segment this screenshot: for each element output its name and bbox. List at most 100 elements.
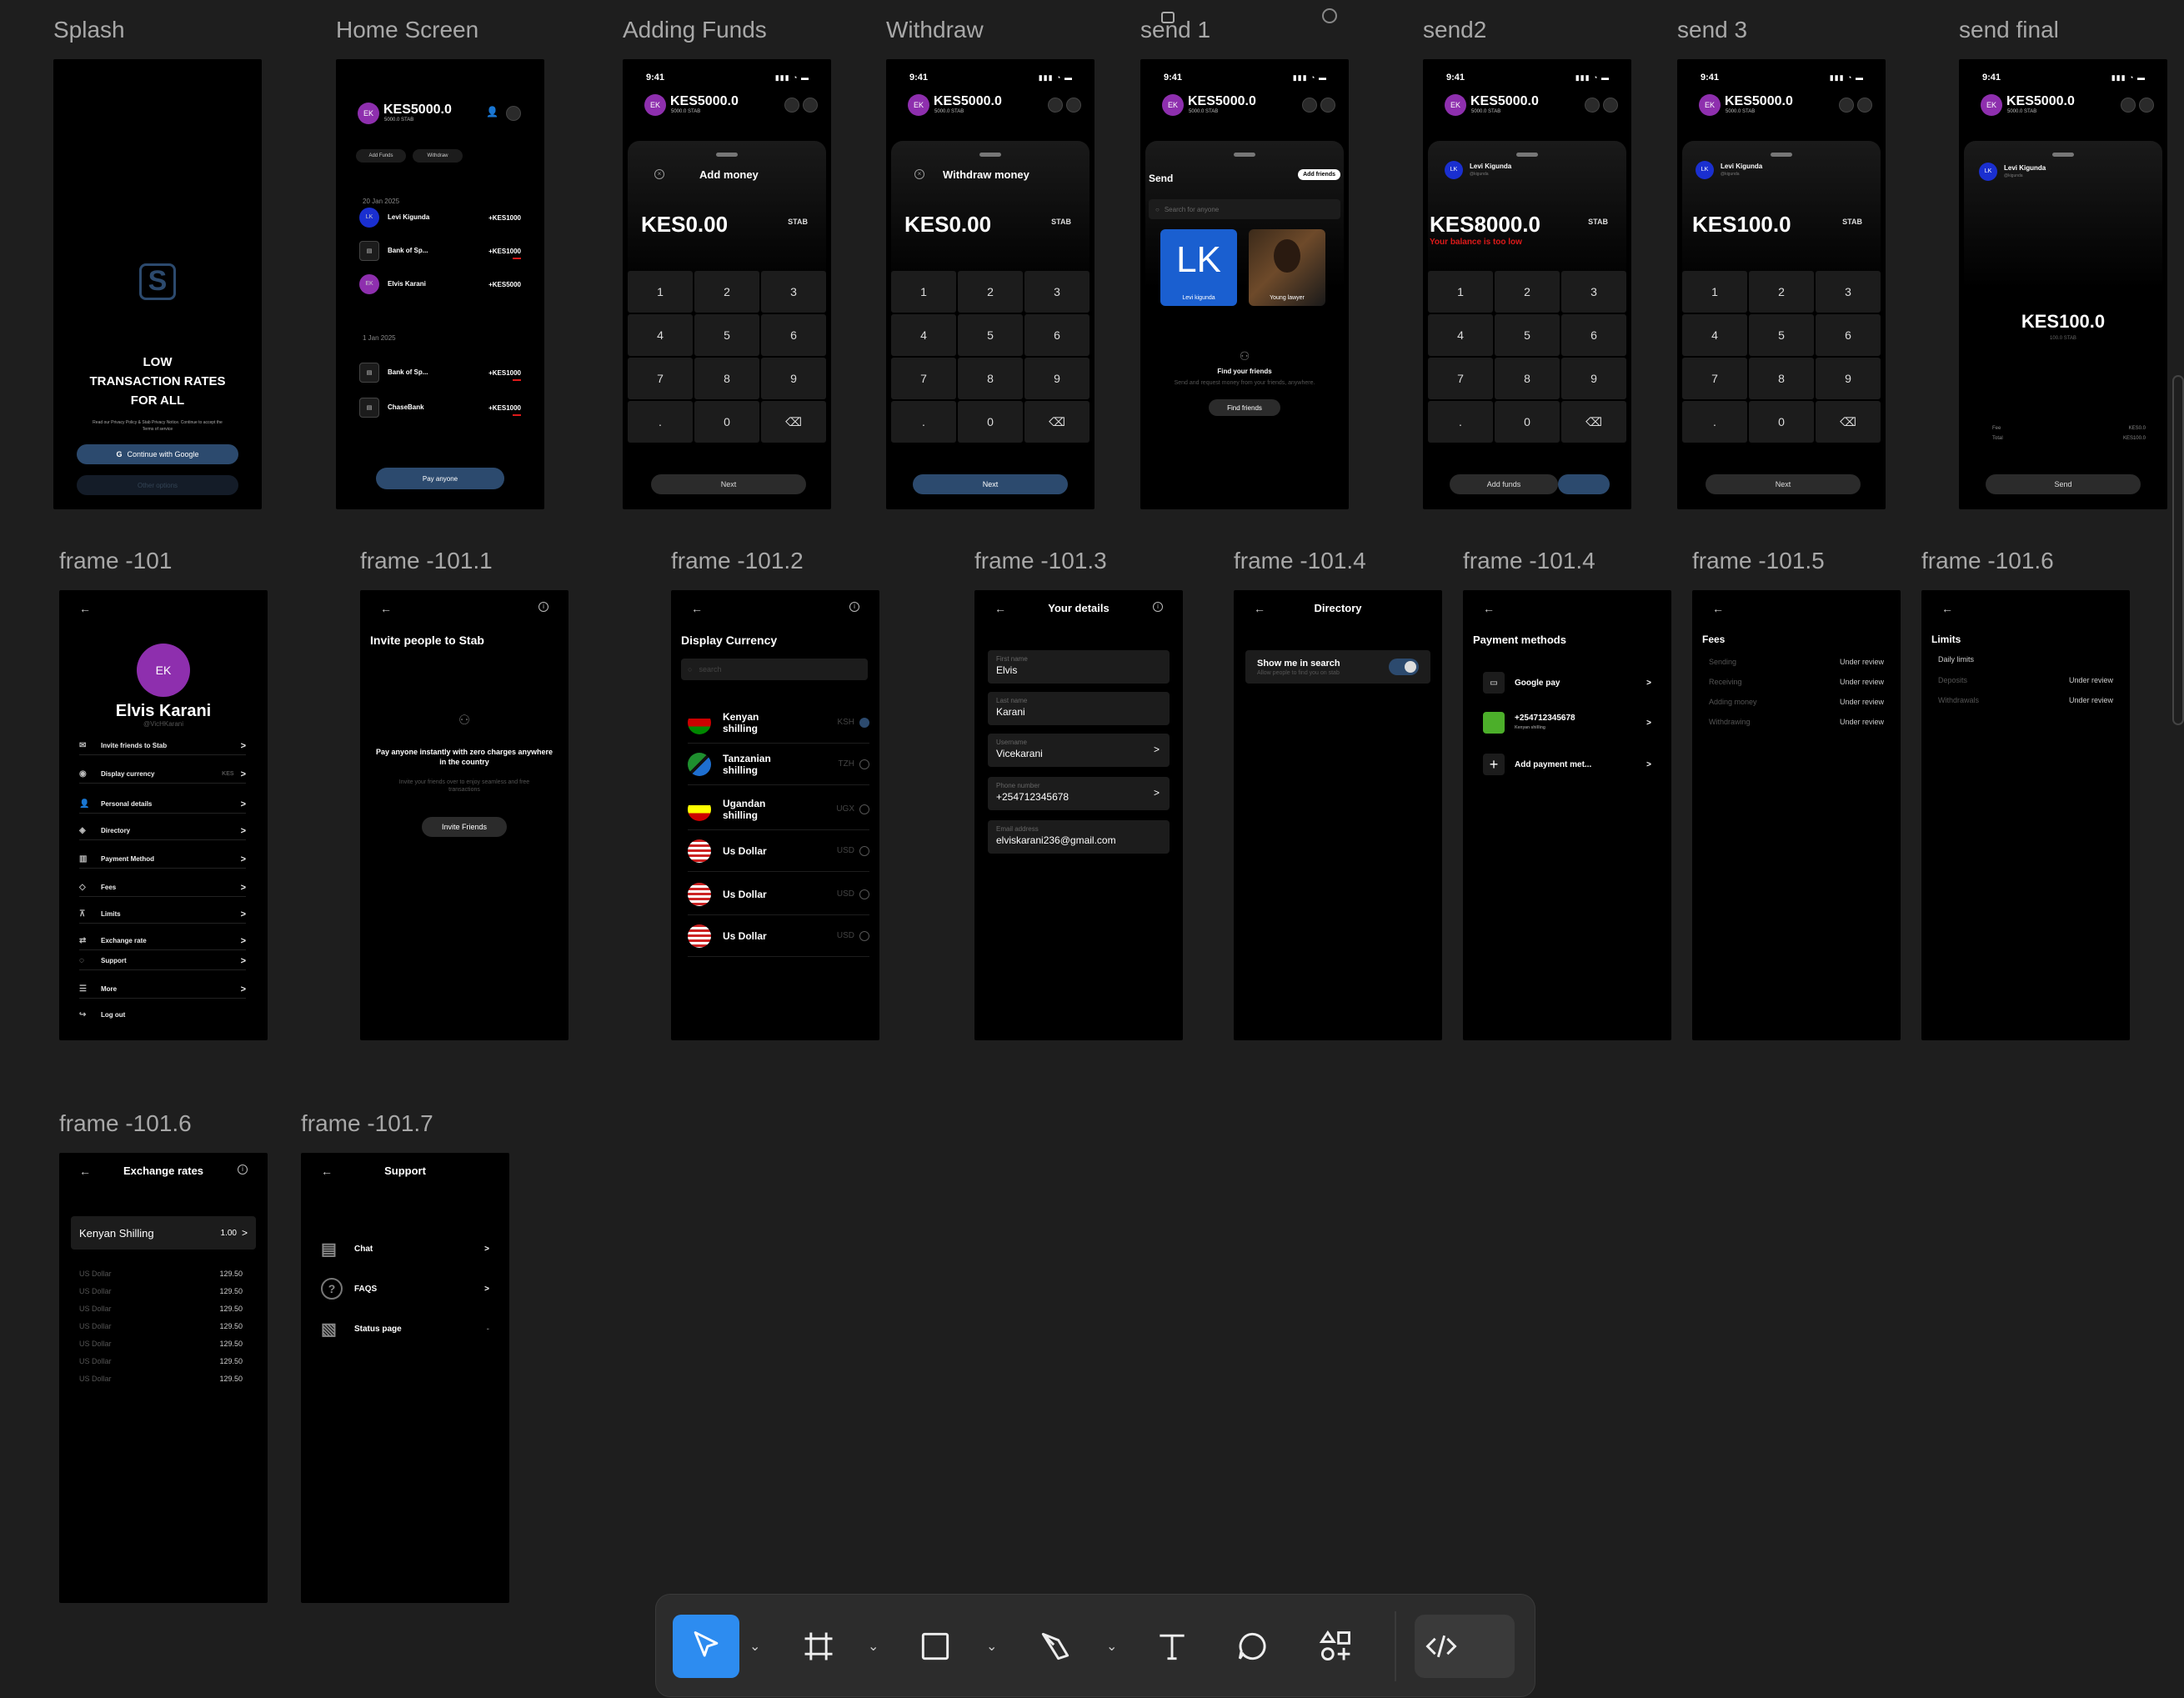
add-funds-button[interactable]: Add funds [1450, 474, 1558, 494]
find-friends-button[interactable]: Find friends [1209, 399, 1280, 416]
currency-option[interactable]: Us Dollar USD [688, 874, 869, 915]
chevron-down-icon[interactable]: ⌄ [749, 1638, 760, 1655]
profile-menu-item[interactable]: ◇ Fees > [79, 879, 246, 897]
search-icon[interactable] [1320, 98, 1335, 113]
profile-icon[interactable] [2121, 98, 2136, 113]
frame-title-splash[interactable]: Splash [53, 17, 125, 43]
search-icon[interactable] [803, 98, 818, 113]
keypad-key[interactable]: 7 [1428, 358, 1493, 399]
profile-menu-item[interactable]: ◉ Display currency KES > [79, 765, 246, 784]
keypad-key[interactable]: 9 [1024, 358, 1089, 399]
keypad-key[interactable]: . [891, 401, 956, 443]
keypad-key[interactable]: 6 [1024, 314, 1089, 356]
support-row-status[interactable]: ▧ Status page - [321, 1316, 489, 1341]
frame-title-101-1[interactable]: frame -101.1 [360, 548, 493, 574]
info-icon[interactable]: i [538, 602, 549, 612]
keypad-key[interactable]: 2 [1495, 271, 1560, 313]
profile-icon[interactable]: 👤 [486, 106, 501, 121]
profile-icon[interactable] [1302, 98, 1317, 113]
profile-menu-item[interactable]: ⇄ Exchange rate > [79, 932, 246, 950]
info-icon[interactable]: i [1153, 602, 1163, 612]
chevron-down-icon[interactable]: ⌄ [1106, 1638, 1117, 1655]
frame-title-101[interactable]: frame -101 [59, 548, 172, 574]
transaction-row[interactable]: ▤ Bank of Sp... +KES1000 [359, 363, 521, 384]
transaction-row[interactable]: EK Elvis Karani +KES5000 [359, 274, 521, 296]
keypad-key[interactable]: 0 [1749, 401, 1814, 443]
search-icon[interactable] [1857, 98, 1872, 113]
keypad-key[interactable]: 4 [891, 314, 956, 356]
currency-option[interactable]: Kenyan shilling KSH [688, 702, 869, 744]
back-arrow-icon[interactable]: ← [1712, 602, 1724, 615]
search-field[interactable]: ○ Search for anyone [1149, 199, 1340, 219]
payment-row-google[interactable]: ▭ Google pay > [1483, 670, 1651, 695]
frame-title-send3[interactable]: send 3 [1677, 17, 1747, 43]
radio-button[interactable] [859, 845, 869, 856]
keypad-key[interactable]: 1 [891, 271, 956, 313]
transaction-row[interactable]: LK Levi Kigunda +KES1000 [359, 208, 521, 229]
avatar[interactable]: EK [908, 94, 929, 116]
avatar[interactable]: EK [1445, 94, 1466, 116]
frame-title-withdraw[interactable]: Withdraw [886, 17, 984, 43]
continue-button[interactable] [1558, 474, 1610, 494]
radio-button[interactable] [859, 717, 869, 728]
back-arrow-icon[interactable]: ← [380, 602, 392, 615]
shape-tool-button[interactable] [906, 1615, 964, 1678]
frame-title-send2[interactable]: send2 [1423, 17, 1486, 43]
search-icon[interactable] [1066, 98, 1081, 113]
frame-title-101-4b[interactable]: frame -101.4 [1463, 548, 1595, 574]
keypad-key[interactable]: 1 [1682, 271, 1747, 313]
radio-button[interactable] [859, 759, 869, 769]
pay-anyone-button[interactable]: Pay anyone [376, 468, 504, 489]
avatar[interactable]: EK [1981, 94, 2002, 116]
keypad-key[interactable]: 5 [1495, 314, 1560, 356]
comment-tool-button[interactable] [1223, 1615, 1281, 1678]
move-tool-button[interactable] [673, 1615, 739, 1678]
search-icon[interactable] [506, 106, 521, 121]
frame-title-101-7[interactable]: frame -101.7 [301, 1110, 433, 1137]
keypad-key[interactable]: 6 [1816, 314, 1881, 356]
keypad-key[interactable]: ⌫ [1024, 401, 1089, 443]
profile-menu-item[interactable]: ⊼ Limits > [79, 905, 246, 924]
keypad-key[interactable]: 6 [761, 314, 826, 356]
keypad-key[interactable]: 4 [628, 314, 693, 356]
show-in-search-toggle[interactable] [1389, 659, 1419, 675]
currency-search[interactable]: ○ search [681, 659, 868, 680]
keypad-key[interactable]: 9 [761, 358, 826, 399]
keypad-key[interactable]: 0 [1495, 401, 1560, 443]
keypad-key[interactable]: 5 [694, 314, 759, 356]
base-currency-selector[interactable]: Kenyan Shilling 1.00 > [71, 1216, 256, 1250]
currency-option[interactable]: Tanzanian shilling TZH [688, 744, 869, 785]
profile-avatar[interactable]: EK [137, 644, 190, 697]
frame-tool-button[interactable] [789, 1615, 848, 1678]
keypad-key[interactable]: 0 [958, 401, 1023, 443]
profile-icon[interactable] [1048, 98, 1063, 113]
keypad-key[interactable]: 3 [761, 271, 826, 313]
info-icon[interactable]: i [238, 1165, 248, 1175]
details-field[interactable]: Phone number +254712345678 > [988, 777, 1170, 810]
details-field[interactable]: Last name Karani [988, 692, 1170, 725]
keypad-key[interactable]: . [628, 401, 693, 443]
avatar[interactable]: EK [1699, 94, 1721, 116]
radio-button[interactable] [859, 889, 869, 899]
keypad-key[interactable]: 2 [958, 271, 1023, 313]
avatar[interactable]: EK [1162, 94, 1184, 116]
transaction-row[interactable]: ▤ Bank of Sp... +KES1000 [359, 241, 521, 263]
contact-card-young-lawyer[interactable]: Young lawyer [1249, 229, 1325, 306]
back-arrow-icon[interactable]: ← [1941, 602, 1953, 615]
close-icon[interactable]: × [654, 169, 664, 179]
keypad-key[interactable]: 2 [1749, 271, 1814, 313]
send-button[interactable]: Send [1986, 474, 2141, 494]
add-payment-method-row[interactable]: + Add payment met... > [1483, 752, 1651, 777]
frame-title-101-3[interactable]: frame -101.3 [974, 548, 1107, 574]
currency-option[interactable]: Us Dollar USD [688, 915, 869, 957]
chevron-down-icon[interactable]: ⌄ [868, 1638, 879, 1655]
keypad-key[interactable]: 3 [1024, 271, 1089, 313]
profile-icon[interactable] [1585, 98, 1600, 113]
profile-icon[interactable] [1839, 98, 1854, 113]
frame-title-101-6a[interactable]: frame -101.6 [1921, 548, 2054, 574]
close-icon[interactable]: × [914, 169, 924, 179]
frame-title-adding-funds[interactable]: Adding Funds [623, 17, 767, 43]
info-icon[interactable]: i [849, 602, 859, 612]
keypad-key[interactable]: 4 [1428, 314, 1493, 356]
keypad-key[interactable]: 8 [694, 358, 759, 399]
